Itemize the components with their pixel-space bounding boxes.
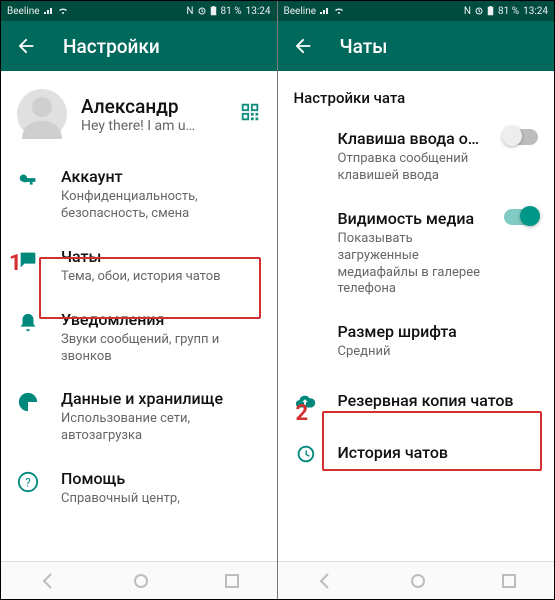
signal-icon	[44, 7, 54, 15]
item-title: Аккаунт	[61, 167, 261, 187]
item-sub: Тема, обои, история чатов	[61, 269, 261, 286]
settings-item-account[interactable]: Аккаунт Конфиденциальность, безопасность…	[1, 155, 277, 235]
spacer-icon	[294, 129, 316, 131]
section-header: Настройки чата	[278, 71, 555, 113]
nav-bar	[1, 561, 277, 599]
spacer-icon	[294, 209, 316, 211]
back-button[interactable]	[15, 35, 37, 57]
nav-bar	[278, 561, 555, 599]
wifi-icon	[334, 7, 344, 15]
status-bar: Beeline N 81 % 13:24	[1, 1, 277, 21]
profile-header[interactable]: Александр Hey there! I am u…	[1, 71, 277, 151]
wifi-icon	[58, 7, 68, 15]
help-icon: ?	[17, 469, 39, 493]
battery-icon	[487, 6, 494, 16]
item-sub: Конфиденциальность, безопасность, смена	[61, 189, 261, 223]
annotation-number-1: 1	[9, 251, 22, 276]
spacer-icon	[294, 322, 316, 324]
settings-item-chats[interactable]: Чаты Тема, обои, история чатов	[1, 235, 277, 298]
nav-back-button[interactable]	[39, 572, 57, 590]
nav-recent-button[interactable]	[502, 574, 516, 588]
profile-name: Александр	[81, 95, 225, 118]
nav-home-button[interactable]	[133, 573, 149, 589]
alarm-icon	[198, 7, 206, 15]
settings-item-notifications[interactable]: Уведомления Звуки сообщений, групп и зво…	[1, 298, 277, 378]
item-title: История чатов	[338, 443, 539, 463]
qr-code-icon[interactable]	[239, 101, 261, 127]
history-icon	[294, 441, 316, 465]
clock: 13:24	[246, 6, 271, 17]
app-bar: Чаты	[278, 21, 555, 71]
battery-pct: 81 %	[498, 6, 519, 17]
clock: 13:24	[523, 6, 548, 17]
item-title: Клавиша ввода о…	[338, 129, 483, 149]
item-sub: Показывать загруженные медиафайлы в гале…	[338, 231, 483, 299]
status-bar: Beeline N 81 % 13:24	[278, 1, 555, 21]
item-sub: Справочный центр,	[61, 491, 261, 508]
annotation-number-2: 2	[296, 401, 309, 426]
item-title: Данные и хранилище	[61, 389, 261, 409]
settings-screen: Beeline N 81 % 13:24	[1, 1, 278, 599]
item-title: Уведомления	[61, 310, 261, 330]
chats-settings-screen: Beeline N 81 % 13:24	[278, 1, 555, 599]
item-title: Чаты	[61, 247, 261, 267]
nfc-icon: N	[186, 6, 193, 17]
item-title: Резервная копия чатов	[338, 391, 539, 411]
svg-text:?: ?	[25, 476, 31, 490]
item-sub: Отправка сообщений клавишей ввода	[338, 151, 483, 185]
back-button[interactable]	[292, 35, 314, 57]
screen-title: Настройки	[63, 35, 160, 58]
chat-setting-font-size[interactable]: Размер шрифта Средний	[278, 310, 555, 373]
alarm-icon	[475, 7, 483, 15]
chat-setting-enter-key[interactable]: Клавиша ввода о… Отправка сообщений клав…	[278, 117, 555, 197]
toggle-enter-key[interactable]	[504, 129, 538, 145]
item-sub: Звуки сообщений, групп и звонков	[61, 332, 261, 366]
settings-item-help[interactable]: ? Помощь Справочный центр,	[1, 457, 277, 520]
item-sub: Средний	[338, 344, 539, 361]
chat-setting-media-visibility[interactable]: Видимость медиа Показывать загруженные м…	[278, 197, 555, 311]
avatar	[17, 89, 67, 139]
item-title: Видимость медиа	[338, 209, 483, 229]
item-title: Помощь	[61, 469, 261, 489]
carrier-label: Beeline	[284, 6, 317, 17]
profile-status: Hey there! I am u…	[81, 118, 225, 134]
chat-setting-backup[interactable]: Резервная копия чатов	[278, 373, 555, 429]
nav-home-button[interactable]	[410, 573, 426, 589]
signal-icon	[320, 7, 330, 15]
screen-title: Чаты	[340, 35, 388, 58]
chat-setting-history[interactable]: История чатов	[278, 429, 555, 477]
key-icon	[17, 167, 39, 191]
bell-icon	[17, 310, 39, 334]
toggle-media-visibility[interactable]	[504, 209, 538, 225]
app-bar: Настройки	[1, 21, 277, 71]
nfc-icon: N	[464, 6, 471, 17]
item-sub: Использование сети, автозагрузка	[61, 411, 261, 445]
data-usage-icon	[17, 389, 39, 413]
battery-pct: 81 %	[221, 6, 242, 17]
nav-recent-button[interactable]	[225, 574, 239, 588]
carrier-label: Beeline	[7, 6, 40, 17]
item-title: Размер шрифта	[338, 322, 539, 342]
battery-icon	[210, 6, 217, 16]
settings-item-storage[interactable]: Данные и хранилище Использование сети, а…	[1, 377, 277, 457]
nav-back-button[interactable]	[316, 572, 334, 590]
